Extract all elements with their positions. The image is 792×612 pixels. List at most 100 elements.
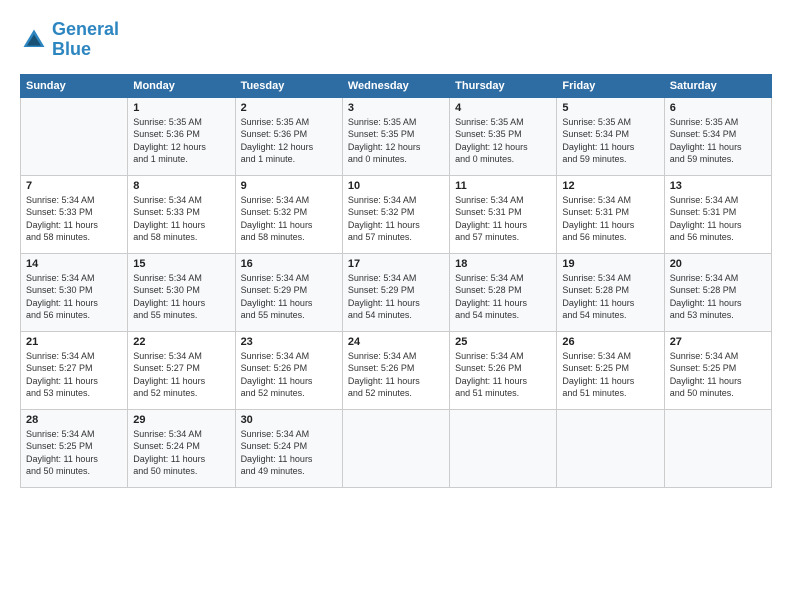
calendar-cell: 3 Sunrise: 5:35 AM Sunset: 5:35 PM Daylig…	[342, 97, 449, 175]
calendar-cell: 23Sunrise: 5:34 AM Sunset: 5:26 PM Dayli…	[235, 331, 342, 409]
day-number: 30	[241, 414, 337, 426]
weekday-header-saturday: Saturday	[664, 74, 771, 97]
calendar-cell: 17Sunrise: 5:34 AM Sunset: 5:29 PM Dayli…	[342, 253, 449, 331]
calendar-cell: 16 Sunrise: 5:34 AM Sunset: 5:29 PM Dayli…	[235, 253, 342, 331]
day-number: 27	[670, 336, 766, 348]
day-info: Sunrise: 5:34 AM Sunset: 5:26 PM Dayligh…	[348, 350, 444, 400]
calendar-cell: 30 Sunrise: 5:34 AM Sunset: 5:24 PM Dayli…	[235, 409, 342, 487]
weekday-header-wednesday: Wednesday	[342, 74, 449, 97]
day-number: 14	[26, 258, 122, 270]
day-number: 11	[455, 180, 551, 192]
calendar-cell: 22 Sunrise: 5:34 AM Sunset: 5:27 PM Dayli…	[128, 331, 235, 409]
day-info: Sunrise: 5:34 AM Sunset: 5:30 PM Dayligh…	[133, 272, 229, 322]
day-info: Sunrise: 5:34 AM Sunset: 5:31 PM Dayligh…	[455, 194, 551, 244]
calendar-cell: 28 Sunrise: 5:34 AM Sunset: 5:25 PM Dayli…	[21, 409, 128, 487]
day-info: Sunrise: 5:34 AM Sunset: 5:27 PM Dayligh…	[26, 350, 122, 400]
logo-icon	[20, 26, 48, 54]
weekday-header-monday: Monday	[128, 74, 235, 97]
day-number: 21	[26, 336, 122, 348]
day-number: 6	[670, 102, 766, 114]
calendar-cell	[342, 409, 449, 487]
day-number: 20	[670, 258, 766, 270]
day-number: 24	[348, 336, 444, 348]
logo-text: GeneralBlue	[52, 20, 119, 60]
calendar-cell: 24 Sunrise: 5:34 AM Sunset: 5:26 PM Dayli…	[342, 331, 449, 409]
week-row-3: 14 Sunrise: 5:34 AM Sunset: 5:30 PM Dayli…	[21, 253, 772, 331]
calendar-cell: 29 Sunrise: 5:34 AM Sunset: 5:24 PM Dayli…	[128, 409, 235, 487]
weekday-header-thursday: Thursday	[450, 74, 557, 97]
day-info: Sunrise: 5:34 AM Sunset: 5:27 PM Dayligh…	[133, 350, 229, 400]
day-number: 23	[241, 336, 337, 348]
calendar-cell: 19Sunrise: 5:34 AM Sunset: 5:28 PM Dayli…	[557, 253, 664, 331]
day-info: Sunrise: 5:35 AM Sunset: 5:34 PM Dayligh…	[562, 116, 658, 166]
calendar-cell: 10 Sunrise: 5:34 AM Sunset: 5:32 PM Dayli…	[342, 175, 449, 253]
calendar-cell	[557, 409, 664, 487]
day-info: Sunrise: 5:34 AM Sunset: 5:30 PM Dayligh…	[26, 272, 122, 322]
day-info: Sunrise: 5:34 AM Sunset: 5:25 PM Dayligh…	[670, 350, 766, 400]
calendar-cell: 20 Sunrise: 5:34 AM Sunset: 5:28 PM Dayli…	[664, 253, 771, 331]
day-number: 18	[455, 258, 551, 270]
calendar-cell: 21 Sunrise: 5:34 AM Sunset: 5:27 PM Dayli…	[21, 331, 128, 409]
calendar-cell: 15 Sunrise: 5:34 AM Sunset: 5:30 PM Dayli…	[128, 253, 235, 331]
calendar-cell	[664, 409, 771, 487]
header: GeneralBlue	[20, 20, 772, 60]
day-info: Sunrise: 5:34 AM Sunset: 5:29 PM Dayligh…	[241, 272, 337, 322]
day-info: Sunrise: 5:35 AM Sunset: 5:35 PM Dayligh…	[455, 116, 551, 166]
day-info: Sunrise: 5:34 AM Sunset: 5:32 PM Dayligh…	[348, 194, 444, 244]
week-row-5: 28 Sunrise: 5:34 AM Sunset: 5:25 PM Dayli…	[21, 409, 772, 487]
day-number: 9	[241, 180, 337, 192]
day-number: 22	[133, 336, 229, 348]
page: GeneralBlue SundayMondayTuesdayWednesday…	[0, 0, 792, 612]
day-info: Sunrise: 5:34 AM Sunset: 5:25 PM Dayligh…	[26, 428, 122, 478]
day-info: Sunrise: 5:34 AM Sunset: 5:25 PM Dayligh…	[562, 350, 658, 400]
day-info: Sunrise: 5:34 AM Sunset: 5:24 PM Dayligh…	[241, 428, 337, 478]
weekday-header-tuesday: Tuesday	[235, 74, 342, 97]
day-number: 28	[26, 414, 122, 426]
calendar-cell: 5Sunrise: 5:35 AM Sunset: 5:34 PM Daylig…	[557, 97, 664, 175]
calendar-cell: 11 Sunrise: 5:34 AM Sunset: 5:31 PM Dayli…	[450, 175, 557, 253]
calendar-cell: 2Sunrise: 5:35 AM Sunset: 5:36 PM Daylig…	[235, 97, 342, 175]
day-number: 2	[241, 102, 337, 114]
calendar-cell	[21, 97, 128, 175]
day-number: 26	[562, 336, 658, 348]
day-info: Sunrise: 5:34 AM Sunset: 5:28 PM Dayligh…	[455, 272, 551, 322]
day-number: 1	[133, 102, 229, 114]
calendar-cell: 4 Sunrise: 5:35 AM Sunset: 5:35 PM Daylig…	[450, 97, 557, 175]
day-info: Sunrise: 5:35 AM Sunset: 5:36 PM Dayligh…	[133, 116, 229, 166]
calendar-cell: 12 Sunrise: 5:34 AM Sunset: 5:31 PM Dayli…	[557, 175, 664, 253]
day-info: Sunrise: 5:34 AM Sunset: 5:31 PM Dayligh…	[670, 194, 766, 244]
day-number: 25	[455, 336, 551, 348]
day-number: 3	[348, 102, 444, 114]
day-info: Sunrise: 5:34 AM Sunset: 5:28 PM Dayligh…	[670, 272, 766, 322]
logo: GeneralBlue	[20, 20, 119, 60]
day-info: Sunrise: 5:35 AM Sunset: 5:35 PM Dayligh…	[348, 116, 444, 166]
day-info: Sunrise: 5:34 AM Sunset: 5:28 PM Dayligh…	[562, 272, 658, 322]
day-number: 12	[562, 180, 658, 192]
calendar-cell: 18 Sunrise: 5:34 AM Sunset: 5:28 PM Dayli…	[450, 253, 557, 331]
day-info: Sunrise: 5:34 AM Sunset: 5:31 PM Dayligh…	[562, 194, 658, 244]
day-number: 13	[670, 180, 766, 192]
calendar-cell: 26 Sunrise: 5:34 AM Sunset: 5:25 PM Dayli…	[557, 331, 664, 409]
calendar-cell: 6 Sunrise: 5:35 AM Sunset: 5:34 PM Daylig…	[664, 97, 771, 175]
calendar-cell: 27 Sunrise: 5:34 AM Sunset: 5:25 PM Dayli…	[664, 331, 771, 409]
week-row-1: 1 Sunrise: 5:35 AM Sunset: 5:36 PM Daylig…	[21, 97, 772, 175]
day-number: 15	[133, 258, 229, 270]
calendar-table: SundayMondayTuesdayWednesdayThursdayFrid…	[20, 74, 772, 488]
day-number: 10	[348, 180, 444, 192]
week-row-2: 7 Sunrise: 5:34 AM Sunset: 5:33 PM Daylig…	[21, 175, 772, 253]
day-number: 4	[455, 102, 551, 114]
day-number: 7	[26, 180, 122, 192]
day-info: Sunrise: 5:34 AM Sunset: 5:24 PM Dayligh…	[133, 428, 229, 478]
day-info: Sunrise: 5:34 AM Sunset: 5:33 PM Dayligh…	[133, 194, 229, 244]
day-info: Sunrise: 5:34 AM Sunset: 5:33 PM Dayligh…	[26, 194, 122, 244]
calendar-cell: 8Sunrise: 5:34 AM Sunset: 5:33 PM Daylig…	[128, 175, 235, 253]
day-info: Sunrise: 5:34 AM Sunset: 5:32 PM Dayligh…	[241, 194, 337, 244]
weekday-header-friday: Friday	[557, 74, 664, 97]
weekday-header-row: SundayMondayTuesdayWednesdayThursdayFrid…	[21, 74, 772, 97]
day-number: 16	[241, 258, 337, 270]
day-number: 17	[348, 258, 444, 270]
calendar-cell	[450, 409, 557, 487]
day-info: Sunrise: 5:34 AM Sunset: 5:26 PM Dayligh…	[455, 350, 551, 400]
day-info: Sunrise: 5:35 AM Sunset: 5:34 PM Dayligh…	[670, 116, 766, 166]
day-number: 29	[133, 414, 229, 426]
